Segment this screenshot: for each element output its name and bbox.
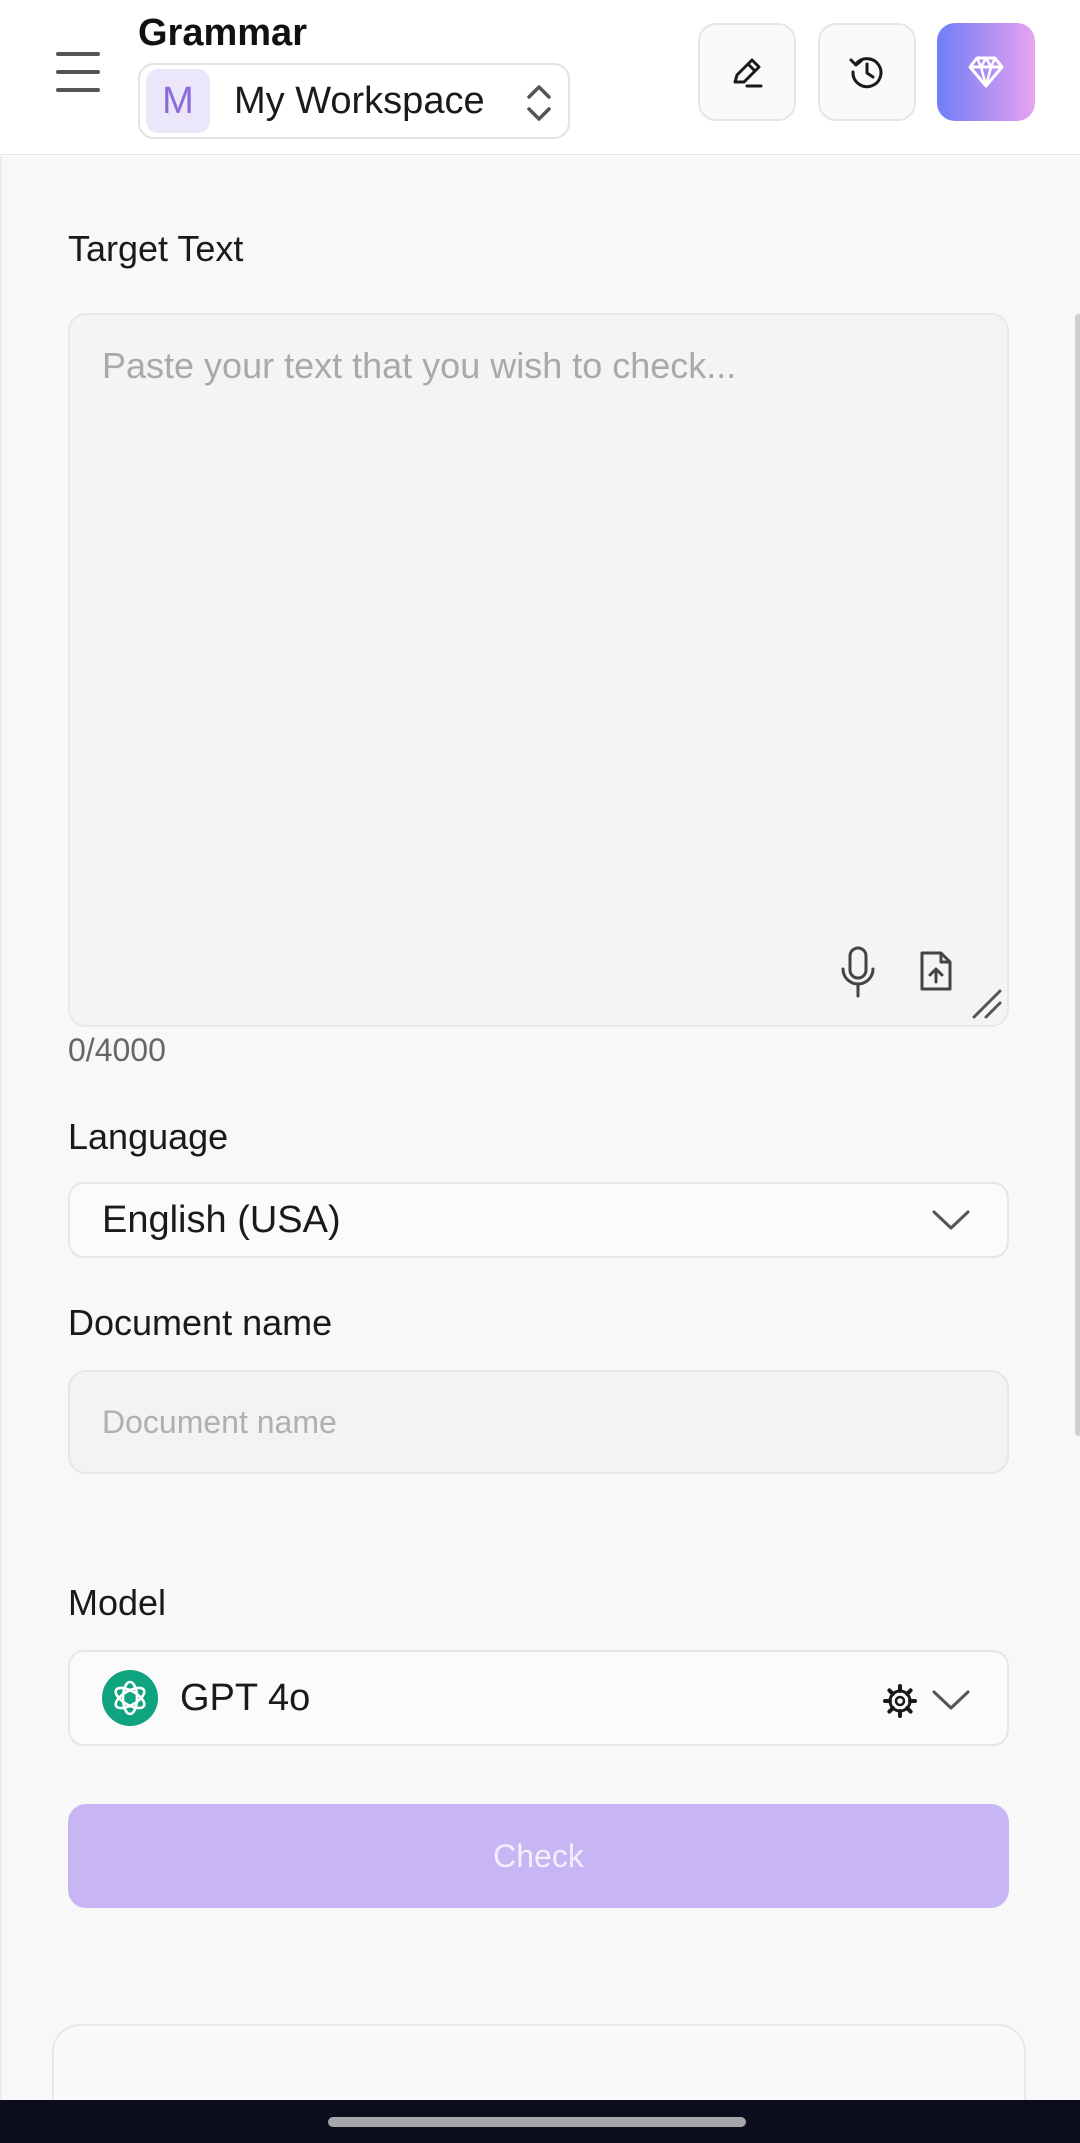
diamond-icon — [968, 56, 1004, 88]
chevron-down-icon — [932, 1690, 970, 1710]
language-label: Language — [68, 1116, 229, 1157]
document-name-label: Document name — [68, 1302, 333, 1343]
target-text-label: Target Text — [68, 228, 244, 269]
chevron-down-icon — [932, 1210, 970, 1230]
pen-edit-icon — [733, 58, 763, 88]
scrollbar[interactable] — [1075, 314, 1080, 1436]
hamburger-menu-icon[interactable] — [56, 52, 100, 92]
document-name-input[interactable] — [70, 1372, 1007, 1472]
premium-button[interactable] — [937, 23, 1035, 121]
page-title: Grammar — [138, 12, 307, 54]
home-indicator[interactable] — [328, 2117, 746, 2127]
edit-button[interactable] — [698, 23, 796, 121]
file-upload-icon[interactable] — [918, 949, 954, 993]
resize-handle-icon[interactable] — [970, 987, 1004, 1021]
history-button[interactable] — [818, 23, 916, 121]
document-name-container — [68, 1370, 1009, 1474]
history-icon — [849, 57, 883, 89]
workspace-switcher[interactable]: M My Workspace — [138, 63, 570, 139]
model-value: GPT 4o — [180, 1676, 311, 1719]
language-value: English (USA) — [102, 1198, 341, 1241]
microphone-icon[interactable] — [838, 945, 878, 1001]
gear-icon[interactable] — [883, 1684, 917, 1718]
main-content: Target Text 0/4000 Language English (USA… — [0, 156, 1080, 2143]
character-counter: 0/4000 — [68, 1032, 166, 1068]
target-text-container — [68, 313, 1009, 1027]
workspace-name: My Workspace — [234, 79, 485, 122]
language-select[interactable]: English (USA) — [68, 1182, 1009, 1258]
chevron-up-down-icon — [527, 85, 551, 121]
model-label: Model — [68, 1582, 167, 1623]
model-select[interactable]: GPT 4o — [68, 1650, 1009, 1746]
workspace-avatar: M — [146, 69, 210, 133]
system-navigation-bar — [0, 2100, 1080, 2143]
app-header: Grammar M My Workspace — [0, 0, 1080, 155]
openai-logo-icon — [102, 1670, 158, 1726]
target-text-input[interactable] — [70, 315, 1007, 1025]
check-button[interactable]: Check — [68, 1804, 1009, 1908]
